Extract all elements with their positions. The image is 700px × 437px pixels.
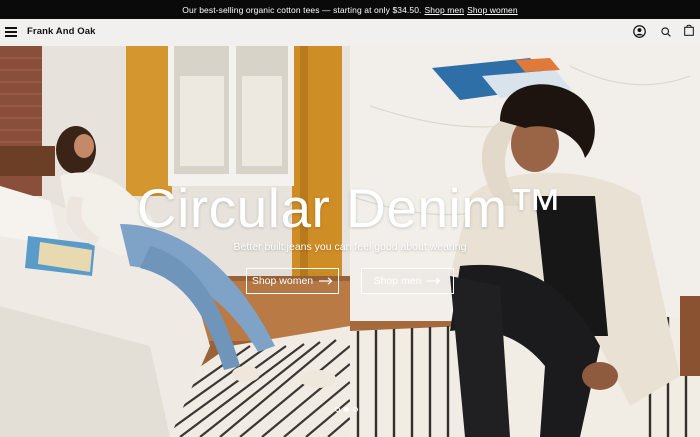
shop-women-link[interactable]: Shop women: [467, 5, 518, 15]
shop-women-label: Shop women: [251, 275, 314, 287]
search-icon[interactable]: [661, 27, 671, 37]
arrow-right-icon: [427, 277, 441, 285]
carousel-dot-3[interactable]: [353, 407, 358, 412]
account-icon[interactable]: [633, 25, 646, 38]
brand-logo[interactable]: Frank And Oak: [27, 26, 96, 37]
announcement-text: Our best-selling organic cotton tees — s…: [182, 4, 422, 15]
site-header: Frank And Oak: [0, 19, 700, 46]
carousel-dot-1[interactable]: [335, 407, 340, 412]
carousel-dot-2[interactable]: [344, 407, 349, 412]
hero-banner: Circular Denim™ Better built jeans you c…: [0, 46, 700, 437]
arrow-right-icon: [319, 277, 333, 285]
menu-icon[interactable]: [5, 27, 17, 37]
hero-title: Circular Denim™: [136, 177, 564, 239]
bag-icon[interactable]: [684, 24, 694, 36]
shop-women-button[interactable]: Shop women: [246, 268, 339, 294]
announcement-bar: Our best-selling organic cotton tees — s…: [0, 0, 700, 19]
shop-men-label: Shop men: [373, 275, 422, 287]
shop-men-link[interactable]: Shop men: [425, 5, 465, 15]
hero-subtitle: Better built jeans you can feel good abo…: [233, 241, 467, 253]
shop-men-button[interactable]: Shop men: [361, 268, 454, 294]
carousel-dots: [335, 407, 358, 412]
